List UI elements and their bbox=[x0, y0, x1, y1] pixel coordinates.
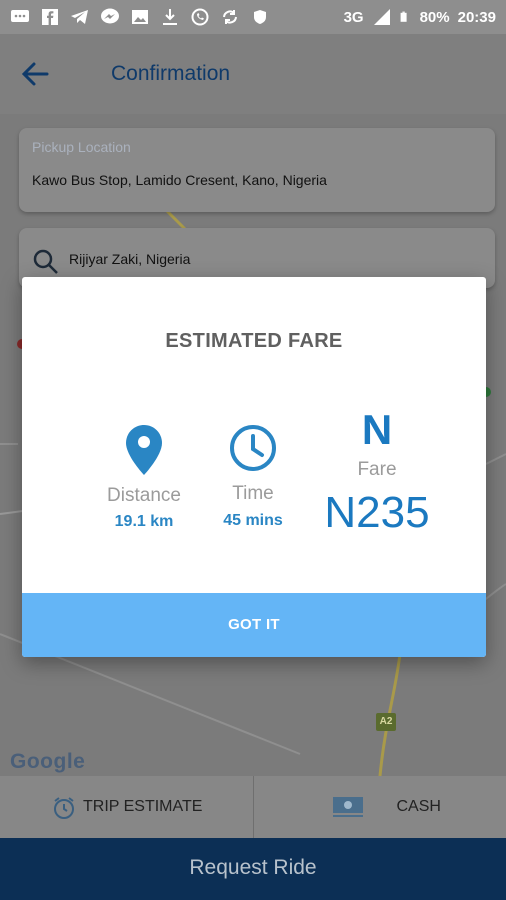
pickup-location-card[interactable]: Pickup Location Kawo Bus Stop, Lamido Cr… bbox=[19, 128, 495, 212]
clock-icon bbox=[230, 425, 276, 471]
message-icon bbox=[11, 10, 29, 22]
app-header: Confirmation bbox=[0, 34, 506, 114]
dialog-title: ESTIMATED FARE bbox=[165, 330, 343, 352]
road-badge: A2 bbox=[376, 713, 396, 731]
search-icon bbox=[33, 249, 58, 274]
estimated-fare-dialog: ESTIMATED FARE Distance 19.1 km Time 45 … bbox=[22, 277, 486, 657]
cash-label: CASH bbox=[396, 798, 441, 815]
distance-value: 19.1 km bbox=[114, 513, 174, 530]
ride-options-bar: TRIP ESTIMATE CASH bbox=[0, 776, 506, 838]
fare-stat: N Fare N235 bbox=[312, 409, 442, 537]
distance-label: Distance bbox=[107, 485, 181, 506]
fare-amount: N235 bbox=[324, 488, 430, 537]
shield-icon bbox=[254, 10, 266, 24]
time-label: Time bbox=[232, 483, 274, 504]
sync-icon bbox=[223, 10, 237, 24]
battery-percent: 80% bbox=[419, 8, 450, 26]
facebook-icon bbox=[42, 9, 58, 25]
trip-estimate-label: TRIP ESTIMATE bbox=[83, 798, 203, 815]
download-icon bbox=[163, 9, 177, 25]
fare-label: Fare bbox=[357, 459, 397, 480]
status-bar: 3G 80% 20:39 bbox=[0, 0, 506, 34]
cash-icon bbox=[332, 797, 363, 817]
distance-stat: Distance 19.1 km bbox=[78, 424, 210, 531]
clock-time: 20:39 bbox=[457, 8, 496, 26]
whatsapp-icon bbox=[191, 8, 209, 26]
arrow-left-icon[interactable] bbox=[20, 60, 50, 88]
battery-icon bbox=[400, 11, 407, 22]
page-title: Confirmation bbox=[111, 62, 231, 85]
pickup-location-label: Pickup Location bbox=[32, 139, 131, 155]
alarm-clock-icon bbox=[54, 797, 74, 819]
telegram-icon bbox=[71, 10, 88, 24]
trip-estimate-button[interactable]: TRIP ESTIMATE bbox=[0, 776, 253, 838]
signal-icon bbox=[373, 9, 390, 25]
messenger-icon bbox=[101, 8, 119, 24]
currency-symbol: N bbox=[361, 406, 393, 453]
image-icon bbox=[132, 10, 148, 24]
system-indicators: 3G 80% 20:39 bbox=[344, 8, 496, 26]
cash-payment-button[interactable]: CASH bbox=[252, 776, 506, 838]
got-it-button[interactable]: GOT IT bbox=[22, 593, 486, 657]
notification-icons bbox=[10, 8, 270, 26]
request-ride-button[interactable]: Request Ride bbox=[0, 838, 506, 900]
time-stat: Time 45 mins bbox=[198, 424, 308, 530]
google-logo: Google bbox=[10, 750, 86, 773]
network-indicator: 3G bbox=[343, 8, 364, 26]
time-value: 45 mins bbox=[223, 512, 283, 529]
location-pin-icon bbox=[126, 425, 162, 475]
pickup-location-value: Kawo Bus Stop, Lamido Cresent, Kano, Nig… bbox=[32, 172, 327, 188]
destination-value: Rijiyar Zaki, Nigeria bbox=[69, 251, 191, 267]
